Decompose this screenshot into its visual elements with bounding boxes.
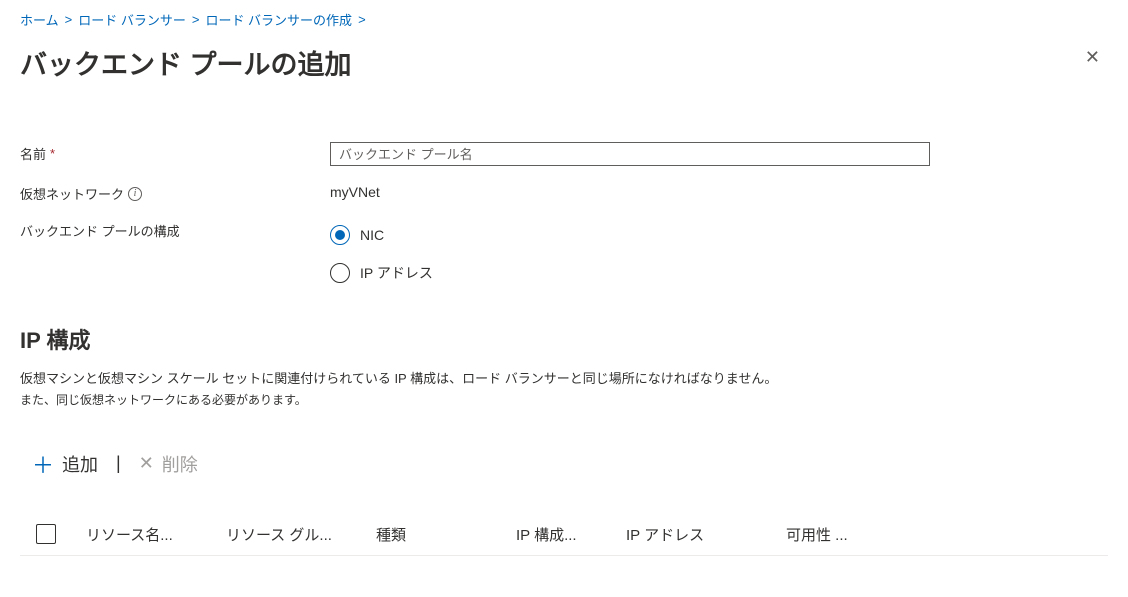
vnet-label: 仮想ネットワーク i: [20, 182, 330, 203]
col-ip-address[interactable]: IP アドレス: [626, 524, 786, 545]
backend-config-radio-group: NIC IP アドレス: [330, 219, 930, 283]
breadcrumb-create-load-balancer[interactable]: ロード バランサーの作成: [205, 10, 352, 29]
ip-config-table-header: リソース名... リソース グル... 種類 IP 構成... IP アドレス …: [20, 514, 1108, 556]
name-label: 名前 *: [20, 142, 330, 163]
ip-config-section-title: IP 構成: [20, 323, 1108, 355]
radio-nic-label: NIC: [360, 227, 384, 243]
breadcrumb: ホーム > ロード バランサー > ロード バランサーの作成 >: [20, 10, 1108, 29]
col-ip-config[interactable]: IP 構成...: [516, 524, 626, 545]
ip-config-toolbar: ＋ 追加 | ✕ 削除: [20, 444, 1108, 484]
radio-nic[interactable]: NIC: [330, 225, 930, 245]
vnet-value: myVNet: [330, 182, 930, 200]
info-icon[interactable]: i: [128, 187, 142, 201]
radio-ip-address[interactable]: IP アドレス: [330, 263, 930, 283]
col-availability[interactable]: 可用性 ...: [786, 524, 906, 545]
backend-config-label: バックエンド プールの構成: [20, 219, 330, 240]
close-icon: ✕: [139, 453, 154, 474]
radio-button-icon: [330, 225, 350, 245]
chevron-right-icon: >: [65, 12, 73, 27]
name-input[interactable]: [330, 142, 930, 166]
col-resource-name[interactable]: リソース名...: [86, 524, 226, 545]
close-icon[interactable]: ✕: [1077, 43, 1108, 72]
col-resource-group[interactable]: リソース グル...: [226, 524, 376, 545]
breadcrumb-load-balancers[interactable]: ロード バランサー: [78, 10, 186, 29]
col-type[interactable]: 種類: [376, 524, 516, 545]
select-all-checkbox[interactable]: [36, 524, 56, 544]
breadcrumb-home[interactable]: ホーム: [20, 10, 59, 29]
remove-button[interactable]: ✕ 削除: [133, 447, 204, 481]
add-button-label: 追加: [62, 451, 98, 477]
ip-config-desc-1: 仮想マシンと仮想マシン スケール セットに関連付けられている IP 構成は、ロー…: [20, 369, 1108, 389]
radio-button-icon: [330, 263, 350, 283]
plus-icon: ＋: [32, 448, 54, 480]
page-title: バックエンド プールの追加: [20, 43, 352, 82]
chevron-right-icon: >: [358, 12, 366, 27]
ip-config-desc-2: また、同じ仮想ネットワークにある必要があります。: [20, 391, 1108, 408]
remove-button-label: 削除: [162, 451, 198, 477]
radio-ip-label: IP アドレス: [360, 263, 433, 283]
add-button[interactable]: ＋ 追加: [26, 444, 104, 484]
chevron-right-icon: >: [192, 12, 200, 27]
toolbar-separator: |: [116, 453, 121, 474]
